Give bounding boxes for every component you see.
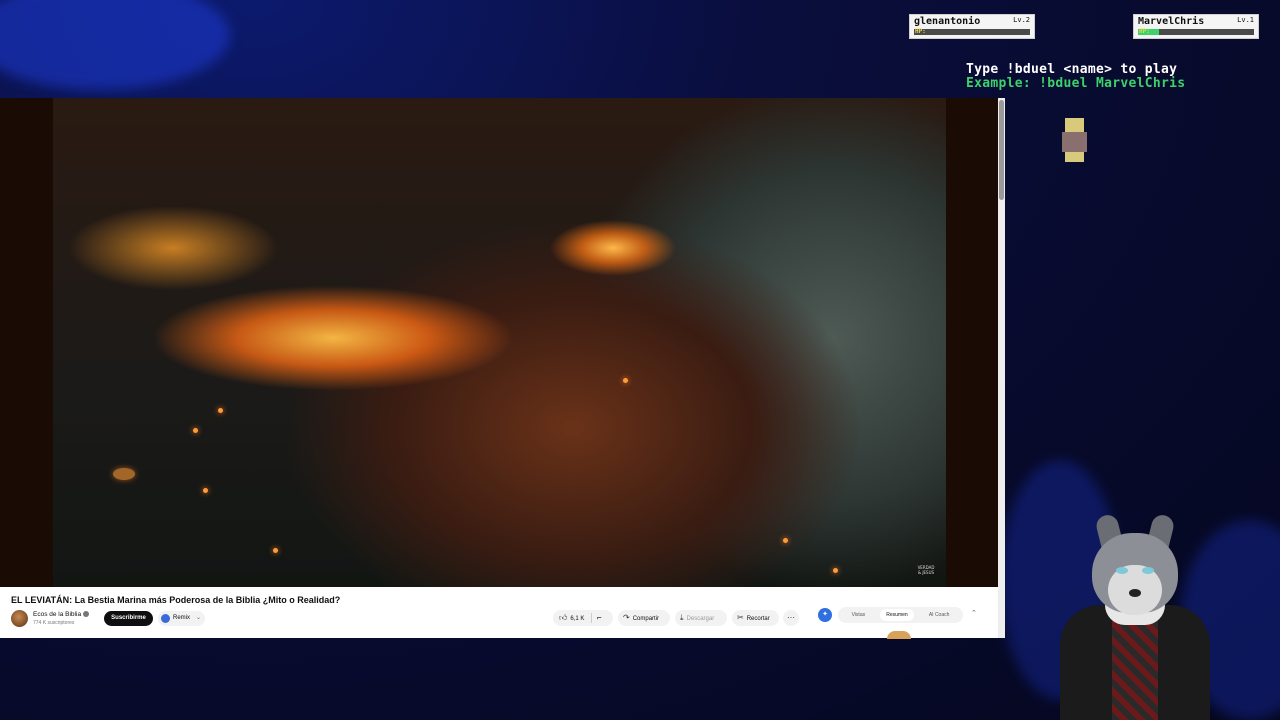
channel-name[interactable]: Ecos de la Biblia [33, 611, 90, 618]
like-button[interactable]: 👍︎ 6,1 K ⌐ [553, 610, 613, 626]
more-actions-button[interactable]: ··· [783, 610, 799, 626]
wolf-avatar [1050, 512, 1220, 720]
channel-name-label[interactable]: Ecos de la Biblia [33, 611, 81, 618]
tab-vistas[interactable]: Vistas [846, 609, 872, 621]
example-line: Example: !bduel MarvelChris [966, 76, 1186, 91]
chevron-up-icon[interactable]: ⌃ [971, 609, 977, 617]
hp-label: HP: [1139, 28, 1150, 35]
video-title: EL LEVIATÁN: La Bestia Marina más Podero… [11, 595, 341, 605]
share-icon: ↷ [623, 613, 630, 622]
clip-label: Recortar [746, 616, 770, 622]
like-count: 6,1 K [570, 616, 585, 622]
video-player[interactable]: VERDAD & JESUS [0, 98, 998, 587]
hp-label: HP: [915, 28, 926, 35]
ai-assistant-icon[interactable]: ✦ [818, 608, 832, 622]
verified-icon [83, 611, 90, 617]
share-label: Compartir [632, 616, 660, 622]
channel-avatar[interactable] [11, 610, 28, 627]
browser-window: VERDAD & JESUS EL LEVIATÁN: La Bestia Ma… [0, 98, 1005, 639]
remix-button[interactable]: Remix ⌄ [158, 611, 205, 626]
download-label: Descargar [686, 616, 715, 622]
player-name: glenantonio [914, 16, 981, 27]
remix-icon [161, 614, 170, 623]
thumbs-down-icon[interactable]: ⌐ [597, 610, 602, 626]
video-frame-dragon: VERDAD & JESUS [53, 98, 946, 587]
download-button[interactable]: ⤓ Descargar [675, 610, 727, 626]
instruction-line: Type !bduel <name> to play [966, 62, 1178, 77]
player-card-2: MarvelChris Lv.1 HP: [1133, 14, 1259, 39]
remix-label: Remix [173, 615, 191, 621]
user-avatar [887, 631, 911, 639]
player-name: MarvelChris [1138, 16, 1205, 27]
ai-tabs: Vistas Resumen AI Coach [838, 607, 963, 623]
pixel-character-sprite [1062, 118, 1087, 162]
tab-ai-coach[interactable]: AI Coach [923, 609, 956, 621]
scrollbar-thumb[interactable] [999, 100, 1004, 200]
scissors-icon: ✂ [737, 613, 744, 622]
clip-button[interactable]: ✂ Recortar [732, 610, 779, 626]
player-level: Lv.1 [1237, 16, 1254, 24]
tab-resumen[interactable]: Resumen [880, 609, 914, 621]
thumbs-up-icon: 👍︎ [559, 613, 568, 622]
player-card-1: glenantonio Lv.2 HP: [909, 14, 1035, 39]
background-splash [0, 0, 230, 90]
hp-bar: HP: [914, 28, 1030, 35]
scrollbar[interactable] [998, 98, 1005, 638]
video-watermark: VERDAD & JESUS [917, 565, 935, 575]
subscribe-button[interactable]: Suscribirme [104, 611, 153, 626]
hp-bar: HP: [1138, 28, 1254, 35]
download-icon: ⤓ [680, 613, 684, 622]
share-button[interactable]: ↷ Compartir [618, 610, 670, 626]
subscriber-count: 774 K suscriptores [33, 620, 75, 626]
chevron-down-icon: ⌄ [195, 615, 201, 621]
player-level: Lv.2 [1013, 16, 1030, 24]
